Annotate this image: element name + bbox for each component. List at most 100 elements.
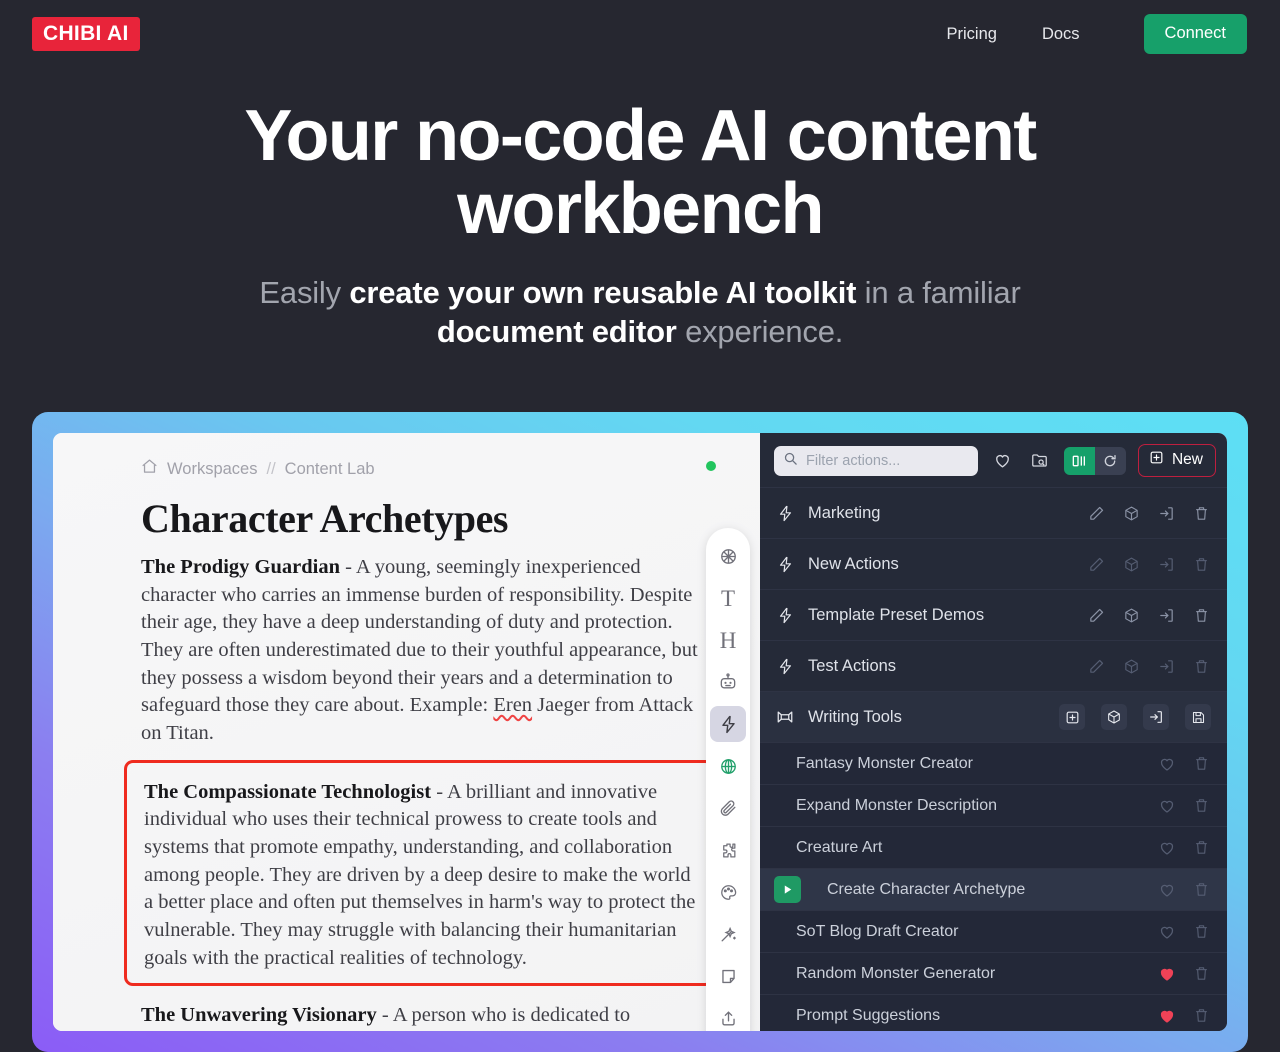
trash-icon[interactable] xyxy=(1192,555,1211,574)
box-icon[interactable] xyxy=(1101,704,1127,730)
run-action-play-icon[interactable] xyxy=(774,876,801,903)
brand-logo[interactable]: CHIBI AI xyxy=(32,17,140,51)
trash-icon[interactable] xyxy=(1192,880,1211,899)
search-input[interactable] xyxy=(806,452,970,469)
action-row-random-monster-generator[interactable]: Random Monster Generator xyxy=(760,952,1227,994)
robot-icon[interactable] xyxy=(710,664,746,700)
compass-settings-icon[interactable] xyxy=(710,538,746,574)
folder-label: Test Actions xyxy=(808,656,897,675)
import-icon[interactable] xyxy=(1143,704,1169,730)
pencil-icon[interactable] xyxy=(1087,504,1106,523)
import-icon[interactable] xyxy=(1157,504,1176,523)
trash-icon[interactable] xyxy=(1192,964,1211,983)
puzzle-icon[interactable] xyxy=(710,832,746,868)
folder-search-icon[interactable] xyxy=(1027,448,1052,473)
globe-target-icon[interactable] xyxy=(710,748,746,784)
heart-icon[interactable] xyxy=(1157,922,1176,941)
action-row-prompt-suggestions[interactable]: Prompt Suggestions xyxy=(760,994,1227,1031)
home-icon[interactable] xyxy=(141,458,158,480)
view-mode-toggle[interactable] xyxy=(1063,446,1126,475)
heading-H-icon[interactable]: H xyxy=(710,622,746,658)
upload-icon[interactable] xyxy=(710,1000,746,1031)
heart-icon[interactable] xyxy=(990,448,1015,473)
trash-icon[interactable] xyxy=(1192,922,1211,941)
heart-icon[interactable] xyxy=(1157,796,1176,815)
open-folder-icon xyxy=(774,708,796,726)
breadcrumb-current[interactable]: Content Lab xyxy=(285,460,375,479)
nav-link-pricing[interactable]: Pricing xyxy=(947,25,997,44)
breadcrumb-separator: // xyxy=(266,459,276,478)
action-row-actions xyxy=(1157,922,1215,941)
trash-icon[interactable] xyxy=(1192,796,1211,815)
paragraph-text-3a: A person who is dedicated to xyxy=(392,1004,631,1027)
document-title[interactable]: Character Archetypes xyxy=(53,483,760,542)
folder-row-test-actions[interactable]: Test Actions xyxy=(760,640,1227,691)
text-format-T-icon[interactable]: T xyxy=(710,580,746,616)
breadcrumb-workspaces[interactable]: Workspaces xyxy=(167,460,257,479)
paragraph-text-1a: A young, seemingly inexperienced charact… xyxy=(141,556,698,717)
rail-glyph-H: H xyxy=(719,627,737,653)
trash-icon[interactable] xyxy=(1192,754,1211,773)
heart-icon[interactable] xyxy=(1157,838,1176,857)
palette-icon[interactable] xyxy=(710,874,746,910)
actions-panel: New Marketing xyxy=(760,433,1227,1031)
pencil-icon[interactable] xyxy=(1087,555,1106,574)
plus-square-icon xyxy=(1149,450,1164,470)
sticky-note-icon[interactable] xyxy=(710,958,746,994)
action-row-sot-blog-draft-creator[interactable]: SoT Blog Draft Creator xyxy=(760,910,1227,952)
paragraph-lead-1: The Prodigy Guardian xyxy=(141,556,340,578)
trash-icon[interactable] xyxy=(1192,504,1211,523)
pencil-icon[interactable] xyxy=(1087,657,1106,676)
paragraph-compassionate-technologist-highlighted[interactable]: The Compassionate Technologist - A brill… xyxy=(124,759,714,987)
save-icon[interactable] xyxy=(1185,704,1211,730)
action-row-expand-monster-description[interactable]: Expand Monster Description xyxy=(760,784,1227,826)
heart-icon[interactable] xyxy=(1157,880,1176,899)
paragraph-unwavering-visionary[interactable]: The Unwavering Visionary - A person who … xyxy=(141,1002,700,1030)
pencil-icon[interactable] xyxy=(1087,606,1106,625)
app-preview-frame: Workspaces // Content Lab Character Arch… xyxy=(32,412,1248,1052)
paragraph-prodigy-guardian[interactable]: The Prodigy Guardian - A young, seemingl… xyxy=(141,554,700,748)
trash-icon[interactable] xyxy=(1192,657,1211,676)
connect-button[interactable]: Connect xyxy=(1143,14,1247,54)
action-row-create-character-archetype[interactable]: Create Character Archetype xyxy=(760,868,1227,910)
action-row-fantasy-monster-creator[interactable]: Fantasy Monster Creator xyxy=(760,742,1227,784)
box-icon[interactable] xyxy=(1122,606,1141,625)
trash-icon[interactable] xyxy=(1192,1006,1211,1025)
refresh-icon[interactable] xyxy=(1094,446,1126,475)
heart-icon[interactable] xyxy=(1157,1006,1176,1025)
import-icon[interactable] xyxy=(1157,606,1176,625)
folder-row-template-preset-demos[interactable]: Template Preset Demos xyxy=(760,589,1227,640)
trash-icon[interactable] xyxy=(1192,606,1211,625)
trash-icon[interactable] xyxy=(1192,838,1211,857)
folder-label: Template Preset Demos xyxy=(808,605,985,624)
heart-icon[interactable] xyxy=(1157,964,1176,983)
plus-square-icon[interactable] xyxy=(1059,704,1085,730)
paragraph-dash-2: - xyxy=(431,780,448,803)
hero-sub-bold-2: document editor xyxy=(436,314,677,350)
status-indicator-dot xyxy=(706,461,716,471)
action-row-creature-art[interactable]: Creature Art xyxy=(760,826,1227,868)
paperclip-icon[interactable] xyxy=(710,790,746,826)
import-icon[interactable] xyxy=(1157,555,1176,574)
lightning-actions-icon[interactable] xyxy=(710,706,746,742)
folder-row-new-actions[interactable]: New Actions xyxy=(760,538,1227,589)
folder-row-writing-tools[interactable]: Writing Tools xyxy=(760,691,1227,742)
action-row-actions xyxy=(1157,838,1215,857)
box-icon[interactable] xyxy=(1122,657,1141,676)
action-row-actions xyxy=(1157,964,1215,983)
document-editor: Workspaces // Content Lab Character Arch… xyxy=(53,433,760,1031)
box-icon[interactable] xyxy=(1122,504,1141,523)
search-box[interactable] xyxy=(774,445,978,476)
new-action-button[interactable]: New xyxy=(1137,444,1216,477)
folder-row-marketing[interactable]: Marketing xyxy=(760,487,1227,538)
split-panel-icon[interactable] xyxy=(1063,446,1095,475)
heart-icon[interactable] xyxy=(1157,754,1176,773)
magic-wand-icon[interactable] xyxy=(710,916,746,952)
nav-link-docs[interactable]: Docs xyxy=(1042,25,1080,44)
rail-glyph-T: T xyxy=(720,585,736,611)
new-action-label: New xyxy=(1171,451,1203,468)
box-icon[interactable] xyxy=(1122,555,1141,574)
import-icon[interactable] xyxy=(1157,657,1176,676)
document-body[interactable]: The Prodigy Guardian - A young, seemingl… xyxy=(53,542,760,1030)
folder-row-actions xyxy=(1087,657,1215,676)
